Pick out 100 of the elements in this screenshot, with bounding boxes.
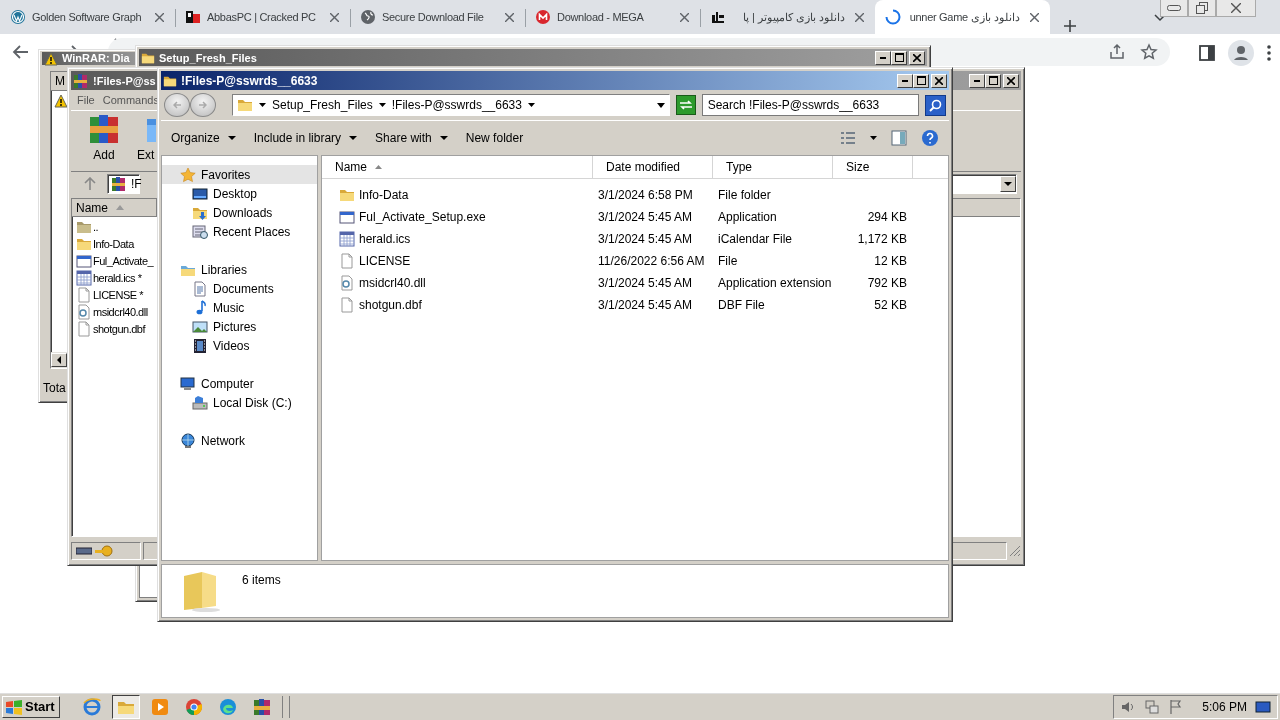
nav-item[interactable]: Downloads — [162, 203, 317, 222]
file-name[interactable]: shotgun.dbf — [359, 298, 422, 312]
nav-item[interactable]: Videos — [162, 336, 317, 355]
maximize-button[interactable] — [891, 50, 907, 65]
new-tab-icon — [1062, 18, 1078, 34]
breadcrumb-item[interactable]: !Files-P@sswrds__6633 — [391, 98, 522, 112]
folder-icon — [237, 97, 253, 113]
toolbar-button[interactable]: Share with — [375, 131, 448, 145]
nav-item[interactable]: Favorites — [162, 165, 317, 184]
maximize-button[interactable] — [913, 73, 929, 88]
start-button[interactable]: Start — [2, 695, 60, 718]
maximize-button[interactable] — [985, 73, 1001, 88]
nav-item[interactable]: Desktop — [162, 184, 317, 203]
picture-icon — [192, 318, 208, 335]
table-cell: File — [718, 254, 738, 268]
file-name[interactable]: Ful_Activate_ — [93, 254, 154, 267]
breadcrumb-item[interactable]: Setup_Fresh_Files — [272, 98, 373, 112]
nav-item[interactable]: Network — [162, 431, 317, 450]
browser-tab[interactable]: AbbasPC | Cracked PC — [175, 0, 350, 34]
close-button[interactable] — [1216, 0, 1256, 17]
file-icon — [76, 320, 92, 337]
search-field[interactable]: Search !Files-P@sswrds__6633 — [701, 94, 920, 116]
close-icon — [329, 12, 339, 22]
restore-button[interactable] — [1188, 0, 1216, 17]
nav-item[interactable]: Documents — [162, 279, 317, 298]
nav-item[interactable]: Libraries — [162, 260, 317, 279]
file-name[interactable]: Info-Data — [359, 188, 409, 202]
status-text: Tota — [43, 381, 66, 395]
file-name[interactable]: .. — [93, 220, 99, 233]
nav-item[interactable]: Local Disk (C:) — [162, 393, 317, 412]
toolbar-button[interactable]: New folder — [465, 131, 524, 145]
file-name[interactable]: shotgun.dbf — [93, 322, 145, 335]
dropdown-button[interactable] — [1000, 176, 1016, 192]
table-cell: 11/26/2022 6:56 AM — [598, 254, 705, 268]
windows-logo-icon — [5, 698, 23, 715]
close-icon — [935, 76, 943, 85]
application-icon — [339, 209, 355, 225]
nav-item[interactable]: Computer — [162, 374, 317, 393]
taskbar-app-button[interactable] — [111, 694, 140, 719]
file-name[interactable]: msidcrl40.dll — [93, 305, 148, 318]
table-cell: DBF File — [718, 298, 765, 312]
search-button[interactable] — [925, 94, 946, 116]
nav-item[interactable]: Recent Places — [162, 222, 317, 241]
toolbar-button[interactable]: Organize — [171, 131, 236, 145]
refresh-button[interactable] — [675, 95, 696, 115]
nav-item[interactable]: Pictures — [162, 317, 317, 336]
dropdown-arrow-icon — [439, 136, 448, 140]
file-name[interactable]: msidcrl40.dll — [359, 276, 426, 290]
film-icon — [192, 337, 208, 354]
clock: 5:06 PM — [1202, 699, 1247, 714]
table-cell: 52 KB — [874, 298, 907, 312]
calendar-icon — [339, 231, 355, 247]
drive-icon — [76, 547, 92, 555]
winrar-icon — [252, 697, 271, 716]
share-icon — [1108, 43, 1126, 61]
file-name[interactable]: herald.ics — [359, 232, 411, 246]
document-icon — [192, 280, 208, 297]
folder-icon — [339, 187, 355, 203]
nav-item[interactable]: Music — [162, 298, 317, 317]
file-name[interactable]: LICENSE — [359, 254, 411, 268]
window-title: WinRAR: Dia — [62, 52, 130, 65]
browser-tab[interactable]: Golden Software Graph — [0, 0, 175, 34]
file-gear-icon — [76, 303, 92, 320]
toolbar-button[interactable]: Include in library — [253, 131, 358, 145]
file-name[interactable]: Info-Data — [93, 237, 134, 250]
menu-item[interactable]: Commands — [102, 94, 159, 106]
minimize-button[interactable] — [1160, 0, 1188, 17]
back-button[interactable] — [164, 93, 190, 117]
file-name[interactable]: LICENSE * — [93, 288, 143, 301]
scroll-left-button[interactable] — [51, 353, 67, 367]
archive-books-icon — [88, 113, 120, 145]
minimize-icon — [1167, 5, 1181, 11]
sort-arrow-icon — [116, 205, 124, 210]
table-cell: 792 KB — [867, 276, 907, 290]
toolbar-button[interactable]: Add — [87, 113, 121, 171]
disk-drive-icon — [192, 394, 208, 411]
site-logo-icon — [535, 9, 551, 25]
dropdown-arrow-icon — [656, 102, 665, 108]
window-title: !Files-P@sswrds__6633 — [181, 73, 318, 88]
browser-tab[interactable]: Secure Download File — [350, 0, 525, 34]
winrar-icon — [111, 176, 127, 192]
left-triangle-icon — [57, 356, 61, 364]
table-cell: Application extension — [718, 276, 832, 290]
table-cell: 12 KB — [874, 254, 907, 268]
path-field-end[interactable] — [951, 174, 1017, 194]
browser-tab[interactable]: دانلود بازی unner Game — [875, 0, 1050, 34]
column-header[interactable]: M — [55, 74, 65, 88]
file-name[interactable]: Ful_Activate_Setup.exe — [359, 210, 486, 224]
help-icon — [921, 129, 939, 147]
forward-button[interactable] — [190, 93, 216, 117]
file-name[interactable]: herald.ics * — [93, 271, 142, 284]
minimize-icon — [974, 79, 980, 82]
dropdown-arrow-icon — [378, 103, 386, 107]
browser-tab[interactable]: Download - MEGA — [525, 0, 700, 34]
path-field[interactable]: !F — [107, 174, 140, 194]
taskbar-grip[interactable] — [281, 695, 290, 718]
menu-item[interactable]: File — [77, 94, 95, 106]
dropdown-arrow-icon — [349, 136, 358, 140]
search-icon — [929, 98, 943, 112]
browser-tab[interactable]: دانلود بازی کامپیوتر | پا — [700, 0, 875, 34]
